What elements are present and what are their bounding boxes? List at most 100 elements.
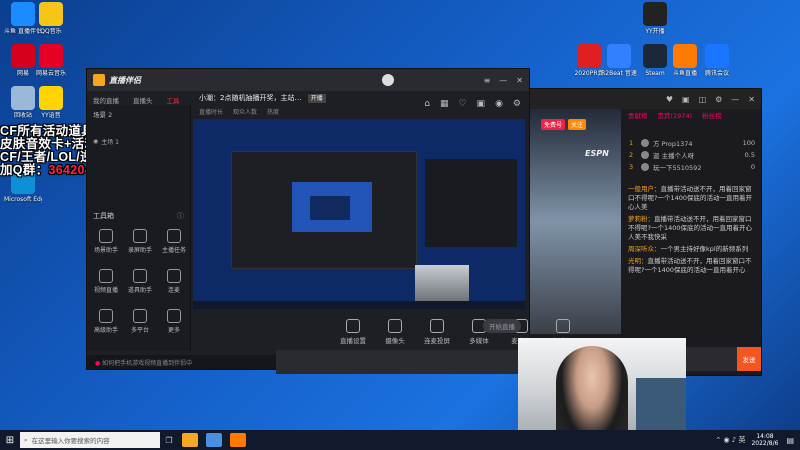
scene-item[interactable]: ◉ 主场 1 [93, 137, 184, 146]
stream-tag-free[interactable]: 免费号 [541, 119, 566, 130]
chat-message: 周深听众：一个男主持好像kpl的新频系列 [628, 245, 756, 254]
settings-icon[interactable]: ⚙ [715, 95, 722, 104]
ranking-row[interactable]: 2 迦 主播个人呀 0.5 [625, 149, 759, 161]
tool-icon [167, 309, 181, 323]
settings-icon[interactable]: ⚙ [513, 99, 521, 109]
desktop-icon-label: YY语音 [41, 112, 61, 119]
toolbox-item[interactable]: 更多 [157, 309, 191, 334]
chat-username[interactable]: 周深听众： [628, 245, 661, 253]
notice-icon: ● [95, 360, 101, 367]
tab-tools[interactable]: 工具 [167, 95, 180, 105]
toolbox-item[interactable]: 高级助手 [89, 309, 123, 334]
taskbar-app-live[interactable] [230, 433, 246, 447]
tab-live-head[interactable]: 直播头 [133, 95, 153, 105]
tool-label: 多平台 [130, 327, 149, 334]
desktop-icon[interactable]: YY开播 [636, 2, 674, 35]
cloud-music-icon [39, 44, 63, 68]
chat-message: 萝莉粉：直播带活动送不开，用着回家窗口不得呢?一个1400保底的活动一直用着开心… [628, 215, 756, 242]
avatar[interactable] [381, 74, 394, 86]
rank-name: 玩一下5510592 [653, 164, 702, 172]
tool-label: 道具助手 [127, 287, 152, 294]
bottom-tool-0[interactable]: 直播设置 [333, 319, 373, 345]
tool-label: 场景助手 [93, 247, 118, 254]
toolbox-item[interactable]: 连麦 [157, 269, 191, 294]
toolbox-item[interactable]: 道具助手 [123, 269, 157, 294]
chat-username[interactable]: 萝莉粉： [628, 215, 654, 223]
broadcast-app-window: 直播伴侣 ≡ — ✕ 我的直播 直播头 工具 小潮：2点随机抽播开奖，主站… 开… [86, 68, 573, 370]
taskbar-app-douyu[interactable] [182, 433, 198, 447]
ranking-row[interactable]: 1 方 Prop1374 100 [625, 137, 759, 149]
desktop-icon[interactable]: 网易云音乐 [32, 44, 70, 77]
shirt-icon[interactable]: ◫ [699, 95, 707, 104]
heart-icon[interactable]: ♥ [666, 95, 673, 104]
minimize-icon[interactable]: — [731, 95, 739, 104]
chat-username[interactable]: 一般用户： [628, 185, 661, 193]
scene-label[interactable]: 场景 2 [87, 105, 190, 123]
rank-name: 方 Prop1374 [653, 140, 693, 148]
toolbox-item[interactable]: 多平台 [123, 309, 157, 334]
heart-icon[interactable]: ♡ [458, 99, 466, 109]
windows-start-icon[interactable]: ⊞ [0, 435, 20, 446]
camera-icon[interactable]: ◉ [495, 99, 503, 109]
room-badge[interactable]: 开播 [307, 94, 326, 103]
stream-watermark: ESPN [585, 149, 609, 158]
taskbar-search[interactable]: ⌕ 在这里输入你要搜索的内容 [20, 432, 160, 448]
close-icon[interactable]: ✕ [748, 95, 755, 104]
notification-icon[interactable]: ▤ [786, 436, 794, 445]
tool-icon [167, 269, 181, 283]
tab-fans[interactable]: 粉丝榜 [699, 110, 725, 120]
tab-contribution[interactable]: 贡献榜 [625, 110, 651, 120]
close-icon[interactable]: ✕ [516, 76, 523, 85]
room-title[interactable]: 小潮：2点随机抽播开奖，主站… [199, 94, 301, 102]
toolbox-item[interactable]: 录屏助手 [123, 229, 157, 254]
chat-input[interactable] [685, 347, 737, 371]
desktop-icon[interactable]: R2Beat 音速 [600, 44, 638, 77]
toolbox-item[interactable]: 场景助手 [89, 229, 123, 254]
r2beat-icon [607, 44, 631, 68]
desktop-icon-label: 网易云音乐 [35, 70, 66, 77]
chat-username[interactable]: 光明： [628, 257, 648, 265]
eye-icon: ◉ [93, 138, 99, 145]
toolbox-item[interactable]: 视频直播 [89, 269, 123, 294]
desktop-icon[interactable]: QQ音乐 [32, 2, 70, 35]
tool-icon [167, 229, 181, 243]
tray-icons[interactable]: ⌃ ◉ ♪ 英 [715, 435, 745, 445]
desktop-icon[interactable]: 腾讯会议 [698, 44, 736, 77]
start-live-button[interactable]: 开始直播 [483, 319, 521, 333]
stream-tag-follow[interactable]: 关注 [568, 119, 587, 130]
yy-icon [39, 86, 63, 110]
desktop-icon[interactable]: YY语音 [32, 86, 70, 119]
tool-icon [99, 229, 113, 243]
cart-icon[interactable]: ⌂ [424, 99, 430, 109]
clock-time: 14:08 [756, 433, 774, 440]
bottom-toolbar: 直播设置摄像头连麦投屏多媒体麦克风扬声器 [193, 315, 573, 355]
clock-date: 2022/8/6 [751, 440, 779, 447]
image-icon[interactable]: ▣ [477, 99, 486, 109]
chat-panel: 贡献榜 贵宾(1974) 粉丝榜 1 方 Prop1374 100 2 迦 主播个人呀 0… [625, 109, 759, 364]
bottom-tool-2[interactable]: 连麦投屏 [417, 319, 457, 345]
rank-score: 0.5 [744, 151, 755, 159]
task-view-icon[interactable]: ❐ [160, 436, 178, 445]
scene-item-label: 主场 1 [101, 139, 119, 146]
menu-icon[interactable]: ≡ [484, 76, 491, 85]
rank-score: 0 [750, 163, 755, 171]
bottom-tool-1[interactable]: 摄像头 [375, 319, 415, 345]
ranking-row[interactable]: 3 玩一下5510592 0 [625, 161, 759, 173]
speaker-icon [556, 319, 570, 333]
send-button[interactable]: 发送 [737, 347, 761, 371]
info-icon[interactable]: ⓘ [177, 211, 184, 221]
taskbar-app-chrome[interactable] [206, 433, 222, 447]
tab-vip[interactable]: 贵宾(1974) [655, 110, 696, 120]
desktop-icon-label: QQ音乐 [40, 28, 62, 35]
nav-tabs: 我的直播 直播头 工具 [93, 95, 180, 105]
tab-my-live[interactable]: 我的直播 [93, 95, 119, 105]
minimize-icon[interactable]: — [499, 76, 507, 85]
toolbox-item[interactable]: 主播任务 [157, 229, 191, 254]
clock[interactable]: 14:08 2022/8/6 [751, 433, 778, 447]
room-info: 小潮：2点随机抽播开奖，主站… 开播 [199, 93, 326, 103]
grid-icon[interactable]: ▦ [440, 99, 449, 109]
gift-icon[interactable]: ▣ [682, 95, 690, 104]
app-icon [577, 44, 601, 68]
bottom-tool-label: 连麦投屏 [424, 337, 450, 345]
nested-window-2 [425, 159, 517, 247]
